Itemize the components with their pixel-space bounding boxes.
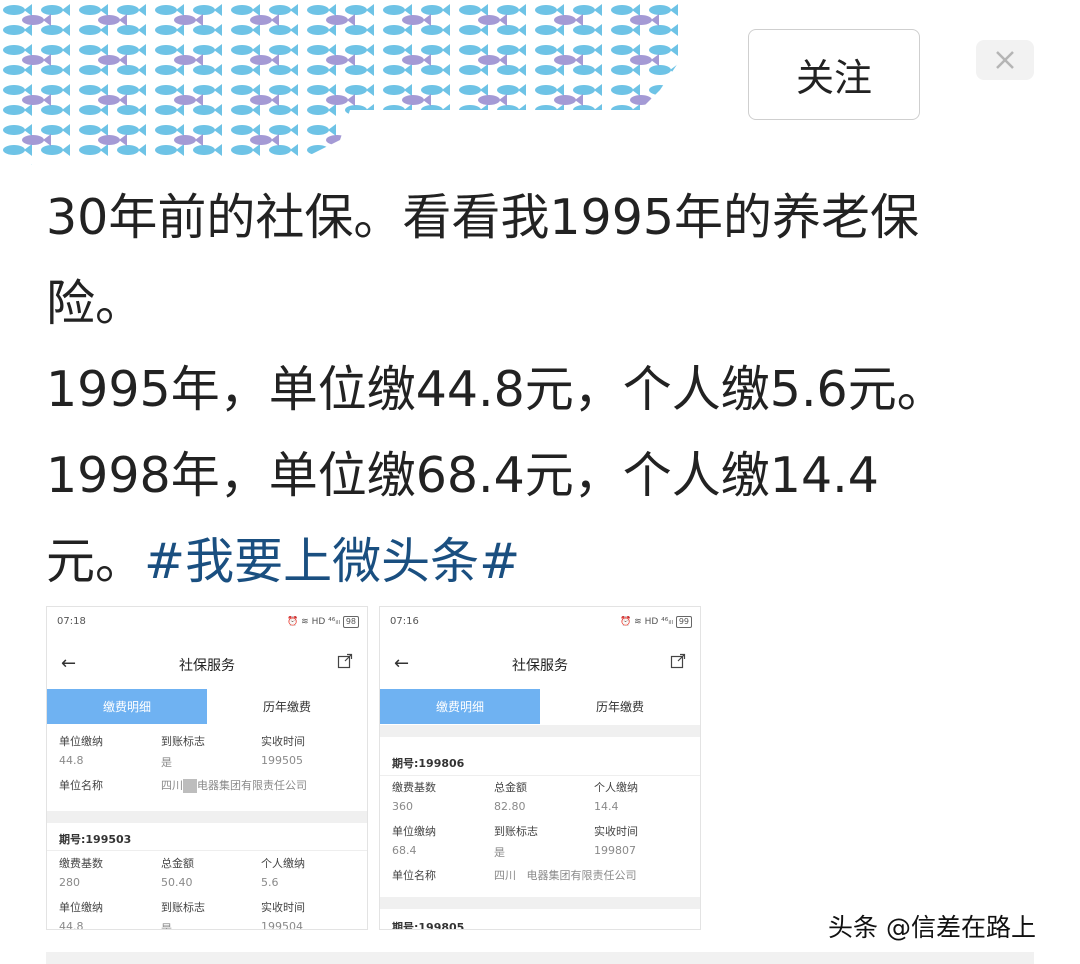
field-label: 单位名称 bbox=[392, 869, 436, 882]
share-icon bbox=[337, 653, 353, 673]
field-label: 总金额 bbox=[494, 781, 527, 794]
company-name: 四川 电器集团有限责任公司 bbox=[494, 867, 637, 883]
field-label: 到账标志 bbox=[161, 735, 205, 748]
field-label: 单位缴纳 bbox=[392, 825, 436, 838]
tab-payment-detail: 缴费明细 bbox=[47, 689, 207, 724]
status-bar: 07:16 ⏰ ≋ HD ⁴⁶ᵢₗₗ 99 bbox=[380, 607, 700, 637]
bottom-divider bbox=[46, 952, 1034, 964]
screenshot-image-1[interactable]: 07:18 ⏰ ≋ HD ⁴⁶ᵢₗₗ 98 ← 社保服务 缴费明细 历年缴费 单… bbox=[46, 606, 368, 930]
section-gap bbox=[380, 725, 700, 737]
redaction-mark bbox=[183, 779, 197, 793]
field-value: 14.4 bbox=[594, 800, 619, 813]
field-value: 199504 bbox=[261, 920, 303, 930]
record-row: 缴费基数 280 总金额 50.40 个人缴纳 5.6 bbox=[47, 855, 367, 895]
screenshot-image-2[interactable]: 07:16 ⏰ ≋ HD ⁴⁶ᵢₗₗ 99 ← 社保服务 缴费明细 历年缴费 期… bbox=[379, 606, 701, 930]
field-label: 缴费基数 bbox=[59, 857, 103, 870]
field-label: 缴费基数 bbox=[392, 781, 436, 794]
field-label: 到账标志 bbox=[494, 825, 538, 838]
close-button[interactable] bbox=[976, 40, 1034, 80]
period-label: 期号:199503 bbox=[59, 833, 132, 846]
post-line: 1998年，单位缴68.4元，个人缴14.4 bbox=[46, 447, 879, 504]
status-icons: ⏰ ≋ HD ⁴⁶ᵢₗₗ 98 bbox=[287, 616, 359, 628]
status-time: 07:16 bbox=[390, 616, 419, 627]
tab-yearly-payment: 历年缴费 bbox=[540, 689, 700, 724]
post-line: 险。 bbox=[46, 275, 145, 332]
battery-icon: 98 bbox=[342, 616, 359, 628]
field-label: 单位名称 bbox=[59, 779, 103, 792]
status-signal: HD ⁴⁶ᵢₗₗ bbox=[311, 617, 340, 627]
watermark: 头条 @信差在路上 bbox=[828, 913, 1036, 942]
company-name: 四川 电器集团有限责任公司 bbox=[161, 777, 307, 793]
field-label: 个人缴纳 bbox=[261, 857, 305, 870]
period-label: 期号:199805 bbox=[392, 921, 465, 930]
hashtag-link[interactable]: #我要上微头条# bbox=[144, 533, 520, 590]
field-label: 总金额 bbox=[161, 857, 194, 870]
field-label: 个人缴纳 bbox=[594, 781, 638, 794]
field-value: 50.40 bbox=[161, 876, 193, 889]
section-gap bbox=[47, 811, 367, 823]
tab-bar: 缴费明细 历年缴费 bbox=[47, 689, 367, 724]
company-name-part: 四川 bbox=[494, 869, 516, 882]
status-bar: 07:18 ⏰ ≋ HD ⁴⁶ᵢₗₗ 98 bbox=[47, 607, 367, 637]
post-line-text: 元。 bbox=[46, 533, 145, 590]
field-value: 199807 bbox=[594, 844, 636, 857]
company-name-part: 四川 bbox=[161, 779, 183, 792]
field-value: 是 bbox=[494, 846, 505, 859]
tab-yearly-payment: 历年缴费 bbox=[207, 689, 367, 724]
tab-payment-detail: 缴费明细 bbox=[380, 689, 540, 724]
field-value: 68.4 bbox=[392, 844, 417, 857]
nav-title: 社保服务 bbox=[512, 658, 568, 674]
field-label: 实收时间 bbox=[261, 901, 305, 914]
field-value: 是 bbox=[161, 756, 172, 769]
field-label: 单位缴纳 bbox=[59, 735, 103, 748]
field-label: 单位缴纳 bbox=[59, 901, 103, 914]
record-row: 单位缴纳 44.8 到账标志是 实收时间 199505 bbox=[47, 733, 367, 773]
follow-button[interactable]: 关注 bbox=[748, 29, 920, 120]
close-icon bbox=[996, 51, 1014, 69]
share-icon bbox=[670, 653, 686, 673]
field-value: 280 bbox=[59, 876, 80, 889]
record-row: 单位缴纳 44.8 到账标志是 实收时间 199504 bbox=[47, 899, 367, 930]
period-label: 期号:199806 bbox=[392, 757, 465, 770]
field-label: 到账标志 bbox=[161, 901, 205, 914]
tab-bar: 缴费明细 历年缴费 bbox=[380, 689, 700, 724]
nav-bar: ← 社保服务 bbox=[47, 647, 367, 687]
divider bbox=[380, 775, 700, 776]
status-signal: HD ⁴⁶ᵢₗₗ bbox=[644, 617, 673, 627]
field-value: 360 bbox=[392, 800, 413, 813]
field-value: 199505 bbox=[261, 754, 303, 767]
field-value: 44.8 bbox=[59, 754, 84, 767]
post-line: 30年前的社保。看看我1995年的养老保 bbox=[46, 189, 920, 246]
battery-icon: 99 bbox=[675, 616, 692, 628]
field-value: 是 bbox=[161, 922, 172, 930]
field-label: 实收时间 bbox=[261, 735, 305, 748]
post-line: 元。#我要上微头条# bbox=[46, 519, 1046, 605]
mosaic-pattern bbox=[0, 0, 680, 165]
record-row: 单位缴纳 68.4 到账标志是 实收时间 199807 bbox=[380, 823, 700, 863]
company-name-part: 电器集团有限责任公司 bbox=[197, 779, 307, 792]
field-value: 44.8 bbox=[59, 920, 84, 930]
status-time: 07:18 bbox=[57, 616, 86, 627]
nav-bar: ← 社保服务 bbox=[380, 647, 700, 687]
field-label: 实收时间 bbox=[594, 825, 638, 838]
nav-title: 社保服务 bbox=[179, 658, 235, 674]
company-name-part: 电器集团有限责任公司 bbox=[526, 869, 637, 882]
field-value: 5.6 bbox=[261, 876, 279, 889]
section-gap bbox=[380, 897, 700, 909]
post-text: 30年前的社保。看看我1995年的养老保 险。 1995年，单位缴44.8元，个… bbox=[46, 175, 1046, 605]
post-line: 1995年，单位缴44.8元，个人缴5.6元。 bbox=[46, 361, 946, 418]
status-icons: ⏰ ≋ HD ⁴⁶ᵢₗₗ 99 bbox=[620, 616, 692, 628]
username-mosaic bbox=[0, 0, 680, 165]
record-row: 缴费基数 360 总金额 82.80 个人缴纳 14.4 bbox=[380, 779, 700, 819]
divider bbox=[47, 850, 367, 851]
field-value: 82.80 bbox=[494, 800, 526, 813]
